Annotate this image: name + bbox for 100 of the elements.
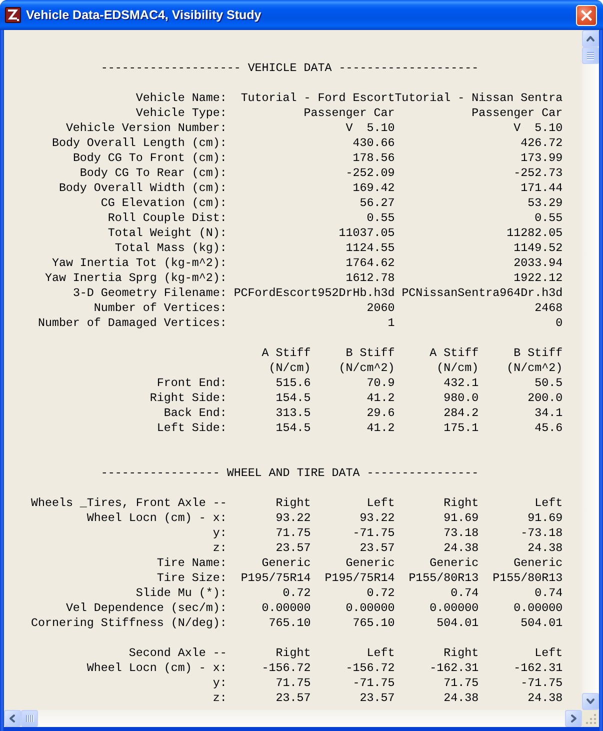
field-value: 73.18 — [444, 526, 479, 541]
column-header: A Stiff — [430, 346, 479, 361]
field-value: 178.56 — [352, 151, 395, 166]
field-value: V 5.10 — [514, 121, 563, 136]
field-value: P155/80R13 — [408, 571, 479, 586]
field-value: 173.99 — [520, 151, 563, 166]
scroll-up-button[interactable] — [582, 30, 599, 47]
scroll-thumb[interactable] — [21, 710, 38, 727]
field-label: Front End: — [156, 376, 227, 391]
column-header: B Stiff — [346, 346, 395, 361]
field-value: P155/80R13 — [492, 571, 563, 586]
column-header: Left — [534, 496, 563, 511]
field-label: Left Side: — [156, 421, 227, 436]
field-value: -71.75 — [520, 676, 563, 691]
field-value: 24.38 — [444, 691, 479, 706]
field-value: 0.72 — [282, 586, 311, 601]
field-value: -252.73 — [514, 166, 563, 181]
field-value: 1764.62 — [346, 256, 395, 271]
field-label: y: — [212, 676, 227, 691]
field-value: 0.74 — [450, 586, 479, 601]
scroll-thumb[interactable] — [582, 47, 599, 64]
field-label: Tire Name: — [156, 556, 227, 571]
field-label: Vehicle Version Number: — [66, 121, 227, 136]
field-label: Slide Mu (*): — [136, 586, 227, 601]
field-value: 1922.12 — [514, 271, 563, 286]
field-value: -156.72 — [346, 661, 395, 676]
field-value: P195/75R14 — [324, 571, 395, 586]
field-value: Tutorial - Nissan Sentra — [394, 91, 563, 106]
field-value: 432.1 — [444, 376, 479, 391]
scroll-right-button[interactable] — [565, 710, 582, 727]
column-unit: (N/cm^2) — [338, 361, 395, 376]
field-value: 0 — [556, 316, 563, 331]
field-label: Tire Size: — [156, 571, 227, 586]
field-value: 515.6 — [276, 376, 311, 391]
field-label: Vehicle Name: — [136, 91, 227, 106]
field-value: 154.5 — [276, 421, 311, 436]
field-value: Generic — [430, 556, 479, 571]
axle-label: Wheels _Tires, Front Axle -- — [30, 496, 227, 511]
field-label: y: — [212, 526, 227, 541]
vertical-scrollbar[interactable] — [582, 30, 599, 710]
field-value: 91.69 — [444, 511, 479, 526]
scroll-left-button[interactable] — [4, 710, 21, 727]
field-value: 426.72 — [520, 136, 563, 151]
scroll-down-button[interactable] — [582, 693, 599, 710]
field-value: 0.00000 — [262, 601, 311, 616]
column-unit: (N/cm) — [436, 361, 479, 376]
column-unit: (N/cm) — [268, 361, 311, 376]
field-label: Vel Dependence (sec/m): — [66, 601, 227, 616]
column-header: Right — [444, 496, 479, 511]
field-value: -156.72 — [262, 661, 311, 676]
field-value: 23.57 — [276, 691, 311, 706]
chevron-right-icon — [569, 714, 578, 723]
field-value: 765.10 — [352, 616, 395, 631]
field-label: Yaw Inertia Tot (kg-m^2): — [52, 256, 227, 271]
field-label: Right Side: — [150, 391, 227, 406]
field-value: 0.72 — [366, 586, 395, 601]
field-label: z: — [212, 691, 227, 706]
field-value: 93.22 — [276, 511, 311, 526]
field-label: Total Mass (kg): — [114, 241, 227, 256]
axle-label: Second Axle -- — [128, 646, 227, 661]
field-value: 0.74 — [534, 586, 563, 601]
chevron-up-icon — [586, 34, 595, 43]
column-header: Left — [366, 496, 395, 511]
field-value: 41.2 — [366, 421, 395, 436]
field-value: P195/75R14 — [240, 571, 311, 586]
field-value: 1612.78 — [346, 271, 395, 286]
field-label: Wheel Locn (cm) - x: — [86, 661, 227, 676]
field-label: Wheel Locn (cm) - x: — [86, 511, 227, 526]
field-value: 24.38 — [528, 691, 563, 706]
resize-grip-icon[interactable] — [582, 710, 599, 727]
field-label: Total Weight (N): — [108, 226, 227, 241]
field-value: 29.6 — [366, 406, 395, 421]
field-value: 50.5 — [534, 376, 563, 391]
field-value: -252.09 — [346, 166, 395, 181]
field-value: 11282.05 — [506, 226, 563, 241]
horizontal-scrollbar[interactable] — [4, 710, 582, 727]
close-button[interactable] — [576, 4, 597, 26]
field-value: Generic — [346, 556, 395, 571]
field-label: 3-D Geometry Filename: — [72, 286, 227, 301]
field-value: Tutorial - Ford Escort — [240, 91, 395, 106]
field-value: 41.2 — [366, 391, 395, 406]
window-title: Vehicle Data-EDSMAC4, Visibility Study — [26, 8, 262, 22]
field-label: Cornering Stiffness (N/deg): — [30, 616, 227, 631]
chevron-left-icon — [8, 714, 17, 723]
field-value: 504.01 — [436, 616, 479, 631]
field-value: 504.01 — [520, 616, 563, 631]
column-unit: (N/cm^2) — [506, 361, 563, 376]
field-value: Generic — [514, 556, 563, 571]
field-value: V 5.10 — [346, 121, 395, 136]
field-value: 53.29 — [528, 196, 563, 211]
field-label: Body Overall Width (cm): — [58, 181, 227, 196]
field-value: 169.42 — [352, 181, 395, 196]
field-value: 23.57 — [276, 541, 311, 556]
column-header: Right — [276, 646, 311, 661]
field-label: Vehicle Type: — [136, 106, 227, 121]
field-value: 2060 — [366, 301, 395, 316]
field-value: Generic — [262, 556, 311, 571]
field-value: -71.75 — [352, 676, 395, 691]
field-value: 70.9 — [366, 376, 395, 391]
field-label: Yaw Inertia Sprg (kg-m^2): — [44, 271, 227, 286]
